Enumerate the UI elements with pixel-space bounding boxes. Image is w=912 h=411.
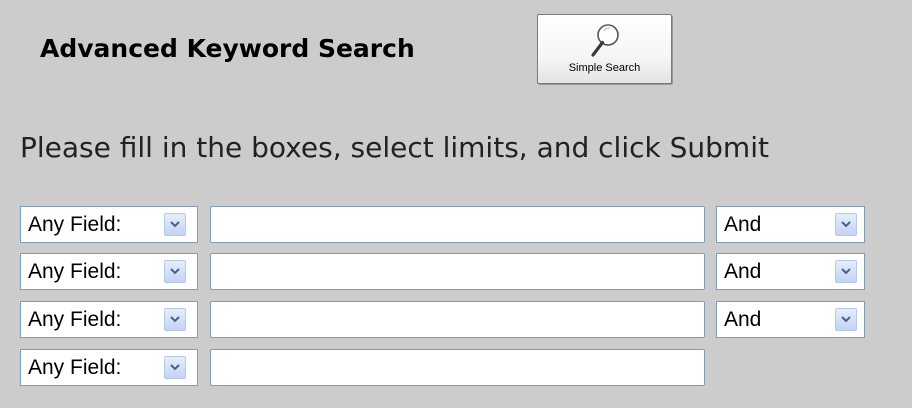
chevron-down-icon[interactable]	[835, 213, 857, 236]
magnifier-icon	[591, 24, 619, 57]
simple-search-button[interactable]: Simple Search	[537, 14, 672, 84]
operator-select-3[interactable]: And	[716, 301, 865, 338]
keyword-input-1[interactable]	[210, 206, 705, 243]
advanced-search-panel: Advanced Keyword Search Simple Search Pl…	[0, 0, 912, 408]
instructions-text: Please fill in the boxes, select limits,…	[20, 131, 769, 164]
chevron-down-icon[interactable]	[835, 260, 857, 283]
operator-select-value: And	[724, 308, 762, 331]
field-select-value: Any Field:	[28, 308, 122, 331]
operator-select-1[interactable]: And	[716, 206, 865, 243]
operator-select-value: And	[724, 260, 762, 283]
field-select-value: Any Field:	[28, 356, 122, 379]
field-select-value: Any Field:	[28, 260, 122, 283]
keyword-input-3[interactable]	[210, 301, 705, 338]
field-select-2[interactable]: Any Field:	[20, 253, 198, 290]
keyword-input-2[interactable]	[210, 253, 705, 290]
operator-select-value: And	[724, 213, 762, 236]
field-select-value: Any Field:	[28, 213, 122, 236]
field-select-1[interactable]: Any Field:	[20, 206, 198, 243]
chevron-down-icon[interactable]	[164, 260, 186, 283]
page-title: Advanced Keyword Search	[40, 34, 415, 63]
keyword-input-4[interactable]	[210, 349, 705, 386]
simple-search-label: Simple Search	[568, 62, 641, 74]
chevron-down-icon[interactable]	[164, 213, 186, 236]
chevron-down-icon[interactable]	[164, 356, 186, 379]
chevron-down-icon[interactable]	[164, 308, 186, 331]
chevron-down-icon[interactable]	[835, 308, 857, 331]
operator-select-2[interactable]: And	[716, 253, 865, 290]
field-select-3[interactable]: Any Field:	[20, 301, 198, 338]
field-select-4[interactable]: Any Field:	[20, 349, 198, 386]
